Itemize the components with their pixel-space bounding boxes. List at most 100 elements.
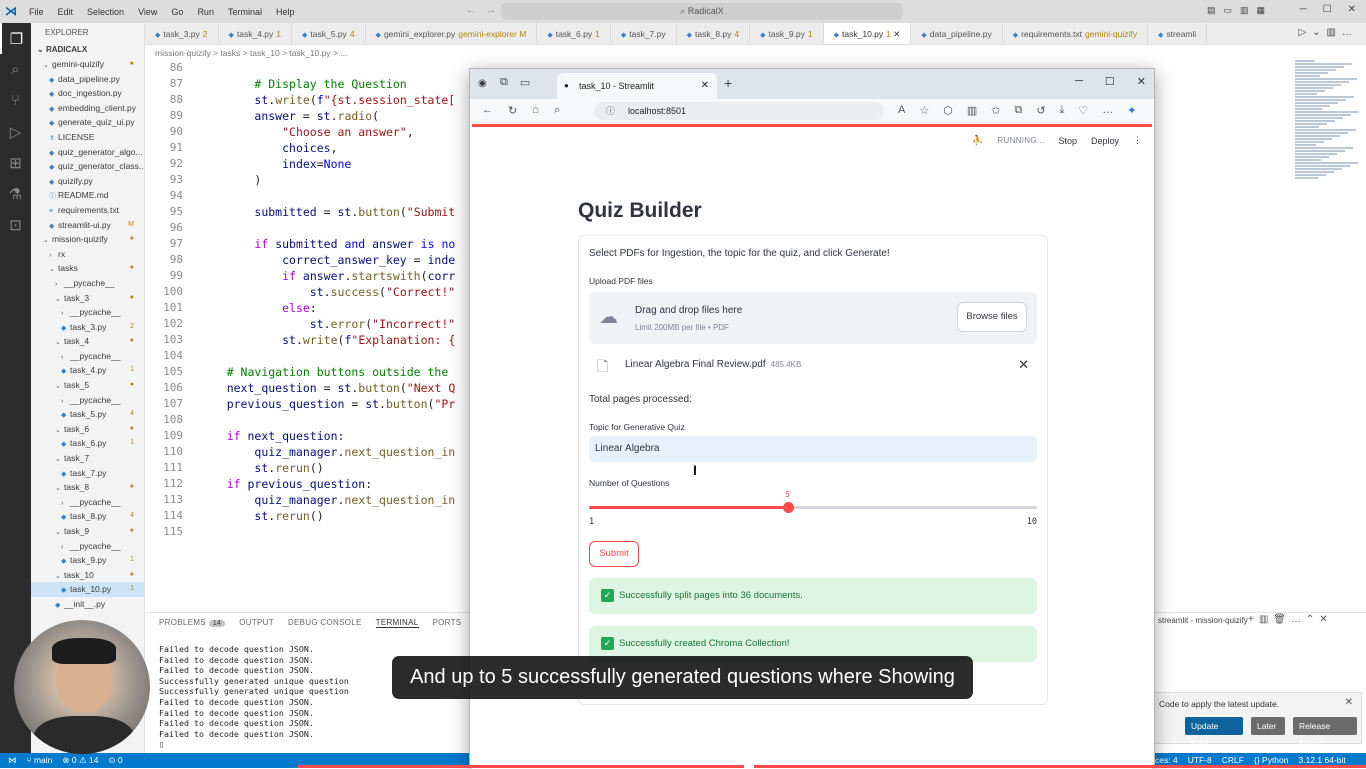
tree-item[interactable]: › __pycache__	[31, 276, 144, 291]
extensions-puzzle-icon[interactable]: ⬡	[943, 104, 953, 117]
editor-tab[interactable]: ◆ task_7.py	[611, 23, 677, 44]
tree-item[interactable]: ◆ __init__.py	[31, 597, 144, 612]
branch-status[interactable]: ⑂ main	[27, 753, 53, 768]
panel-tab-debug-console[interactable]: DEBUG CONSOLE	[288, 618, 362, 627]
editor-tab[interactable]: ◆ task_5.py 4	[292, 23, 366, 44]
slider-thumb[interactable]	[783, 502, 795, 513]
tree-item[interactable]: ⌄ task_7	[31, 451, 144, 466]
favorite-star-icon[interactable]: ☆	[919, 104, 929, 117]
editor-tab[interactable]: ◆ task_9.py 1	[750, 23, 824, 44]
close-panel-icon[interactable]: ✕	[1319, 614, 1332, 625]
tree-item[interactable]: ◆ task_10.py 1	[31, 582, 144, 597]
minimize-icon[interactable]: ─	[1300, 4, 1307, 15]
tree-item[interactable]: ◆ data_pipeline.py	[31, 72, 144, 87]
source-control-icon[interactable]: ⑂	[0, 85, 31, 116]
editor-tab[interactable]: ◆ task_4.py 1	[219, 23, 293, 44]
terminal-title[interactable]: streamlit - mission-quizify	[1158, 616, 1248, 625]
add-terminal-icon[interactable]: +	[1248, 614, 1259, 625]
editor-tab[interactable]: ◆ streamli	[1148, 23, 1208, 44]
downloads-icon[interactable]: ⤓	[1060, 104, 1065, 117]
command-center[interactable]: ⌕ RadicalX	[501, 3, 903, 20]
minimap[interactable]	[1295, 60, 1365, 190]
tree-item[interactable]: ◆ task_4.py 1	[31, 363, 144, 378]
remote-icon[interactable]: ⋈	[8, 753, 17, 768]
tree-item[interactable]: › rx	[31, 247, 144, 262]
nav-arrows[interactable]: ←→	[466, 5, 506, 16]
tree-item[interactable]: ◆ task_5.py 4	[31, 407, 144, 422]
tree-item[interactable]: ⌄ task_5 ●	[31, 378, 144, 393]
history-icon[interactable]: ↺	[1036, 104, 1045, 117]
site-info-icon[interactable]: ⓘ	[606, 102, 615, 120]
tree-item[interactable]: ◆ generate_quiz_ui.py	[31, 115, 144, 130]
file-dropzone[interactable]: ☁ Drag and drop files here Limit 200MB p…	[589, 292, 1037, 344]
deploy-button[interactable]: Deploy	[1091, 136, 1119, 146]
submit-button[interactable]: Submit	[589, 541, 639, 567]
questions-slider[interactable]	[589, 502, 1037, 513]
release-notes-button[interactable]: Release Notes	[1293, 717, 1357, 749]
problems-status[interactable]: ⊗ 0 ⚠ 14	[62, 753, 98, 768]
editor-tab[interactable]: ◆ task_3.py 2	[145, 23, 219, 44]
run-debug-icon[interactable]: ▷	[0, 116, 31, 147]
breadcrumb[interactable]: mission-quizify > tasks > task_10 > task…	[155, 46, 347, 60]
explorer-root[interactable]: ⌄ RADICALX	[31, 43, 144, 57]
tree-item[interactable]: ◆ task_7.py	[31, 466, 144, 481]
tree-item[interactable]: ⌄ gemini-quizify ●	[31, 57, 144, 72]
browse-files-button[interactable]: Browse files	[957, 302, 1027, 332]
split-terminal-icon[interactable]: ▥	[1259, 614, 1273, 625]
browser-minimize-icon[interactable]: ─	[1075, 75, 1083, 88]
tree-item[interactable]: ◆ task_9.py 1	[31, 553, 144, 568]
panel-tab-ports[interactable]: PORTS	[433, 618, 462, 627]
testing-icon[interactable]: ⚗	[0, 178, 31, 209]
maximize-panel-icon[interactable]: ⌃	[1306, 614, 1319, 625]
menu-item-view[interactable]: View	[131, 7, 164, 17]
tree-item[interactable]: › __pycache__	[31, 495, 144, 510]
menu-item-edit[interactable]: Edit	[51, 7, 81, 17]
more-icon[interactable]: …	[1291, 614, 1306, 625]
tree-item[interactable]: ⌄ task_4 ●	[31, 334, 144, 349]
new-tab-icon[interactable]: +	[724, 75, 732, 91]
tree-item[interactable]: ⌄ task_10 ●	[31, 568, 144, 583]
workspaces-icon[interactable]: ⧉	[500, 76, 508, 89]
tree-item[interactable]: ⌄ mission-quizify ●	[31, 232, 144, 247]
tree-item[interactable]: ◆ streamlit-ui.py M	[31, 218, 144, 233]
refresh-icon[interactable]: ↻	[508, 104, 517, 117]
copilot-icon[interactable]: ✦	[1127, 104, 1136, 117]
menu-item-file[interactable]: File	[22, 7, 51, 17]
tab-actions-icon[interactable]: ▭	[520, 76, 530, 89]
tree-item[interactable]: ◆ embedding_client.py	[31, 101, 144, 116]
tree-item[interactable]: ◆ quiz_generator_algo...	[31, 145, 144, 160]
close-notification-icon[interactable]: ✕	[1345, 697, 1353, 708]
extensions-icon[interactable]: ⊞	[0, 147, 31, 178]
tree-item[interactable]: ◆ task_8.py 4	[31, 509, 144, 524]
tree-item[interactable]: ◆ quiz_generator_class...	[31, 159, 144, 174]
tree-item[interactable]: ◆ task_6.py 1	[31, 436, 144, 451]
editor-tab[interactable]: ◆ gemini_explorer.py gemini-explorer M	[366, 23, 538, 44]
menu-item-go[interactable]: Go	[164, 7, 190, 17]
browser-maximize-icon[interactable]: ☐	[1105, 75, 1115, 88]
toggle-sidebar-icon[interactable]: ▤	[1207, 5, 1216, 16]
read-aloud-icon[interactable]: A	[898, 104, 905, 117]
kill-terminal-icon[interactable]: 🗑	[1273, 614, 1291, 625]
remove-file-icon[interactable]: ✕	[1018, 357, 1029, 373]
tree-item[interactable]: ◆ doc_ingestion.py	[31, 86, 144, 101]
tree-item[interactable]: › __pycache__	[31, 393, 144, 408]
browser-close-icon[interactable]: ✕	[1137, 75, 1146, 88]
favorites-icon[interactable]: ✩	[991, 104, 1000, 117]
tree-item[interactable]: ⓘ README.md	[31, 188, 144, 203]
panel-tab-terminal[interactable]: TERMINAL	[375, 618, 419, 628]
menu-item-selection[interactable]: Selection	[80, 7, 131, 17]
tree-item[interactable]: ♗ LICENSE	[31, 130, 144, 145]
back-icon[interactable]: ←	[482, 104, 493, 117]
stop-button[interactable]: Stop	[1058, 136, 1077, 146]
panel-tab-problems[interactable]: PROBLEMS 14	[159, 618, 226, 627]
later-button[interactable]: Later	[1251, 717, 1285, 735]
update-now-button[interactable]: Update Now	[1185, 717, 1243, 749]
ports-status[interactable]: ⊙ 0	[108, 753, 122, 768]
topic-input[interactable]: Linear Algebra	[589, 436, 1037, 462]
tree-item[interactable]: ⌄ tasks ●	[31, 261, 144, 276]
tree-item[interactable]: ≡ requirements.txt	[31, 203, 144, 218]
tree-item[interactable]: ⌄ task_6 ●	[31, 422, 144, 437]
browser-profile-icon[interactable]: ◉	[478, 77, 491, 90]
close-icon[interactable]: ✕	[1348, 4, 1356, 15]
editor-tab[interactable]: ◆ data_pipeline.py	[911, 23, 1003, 44]
